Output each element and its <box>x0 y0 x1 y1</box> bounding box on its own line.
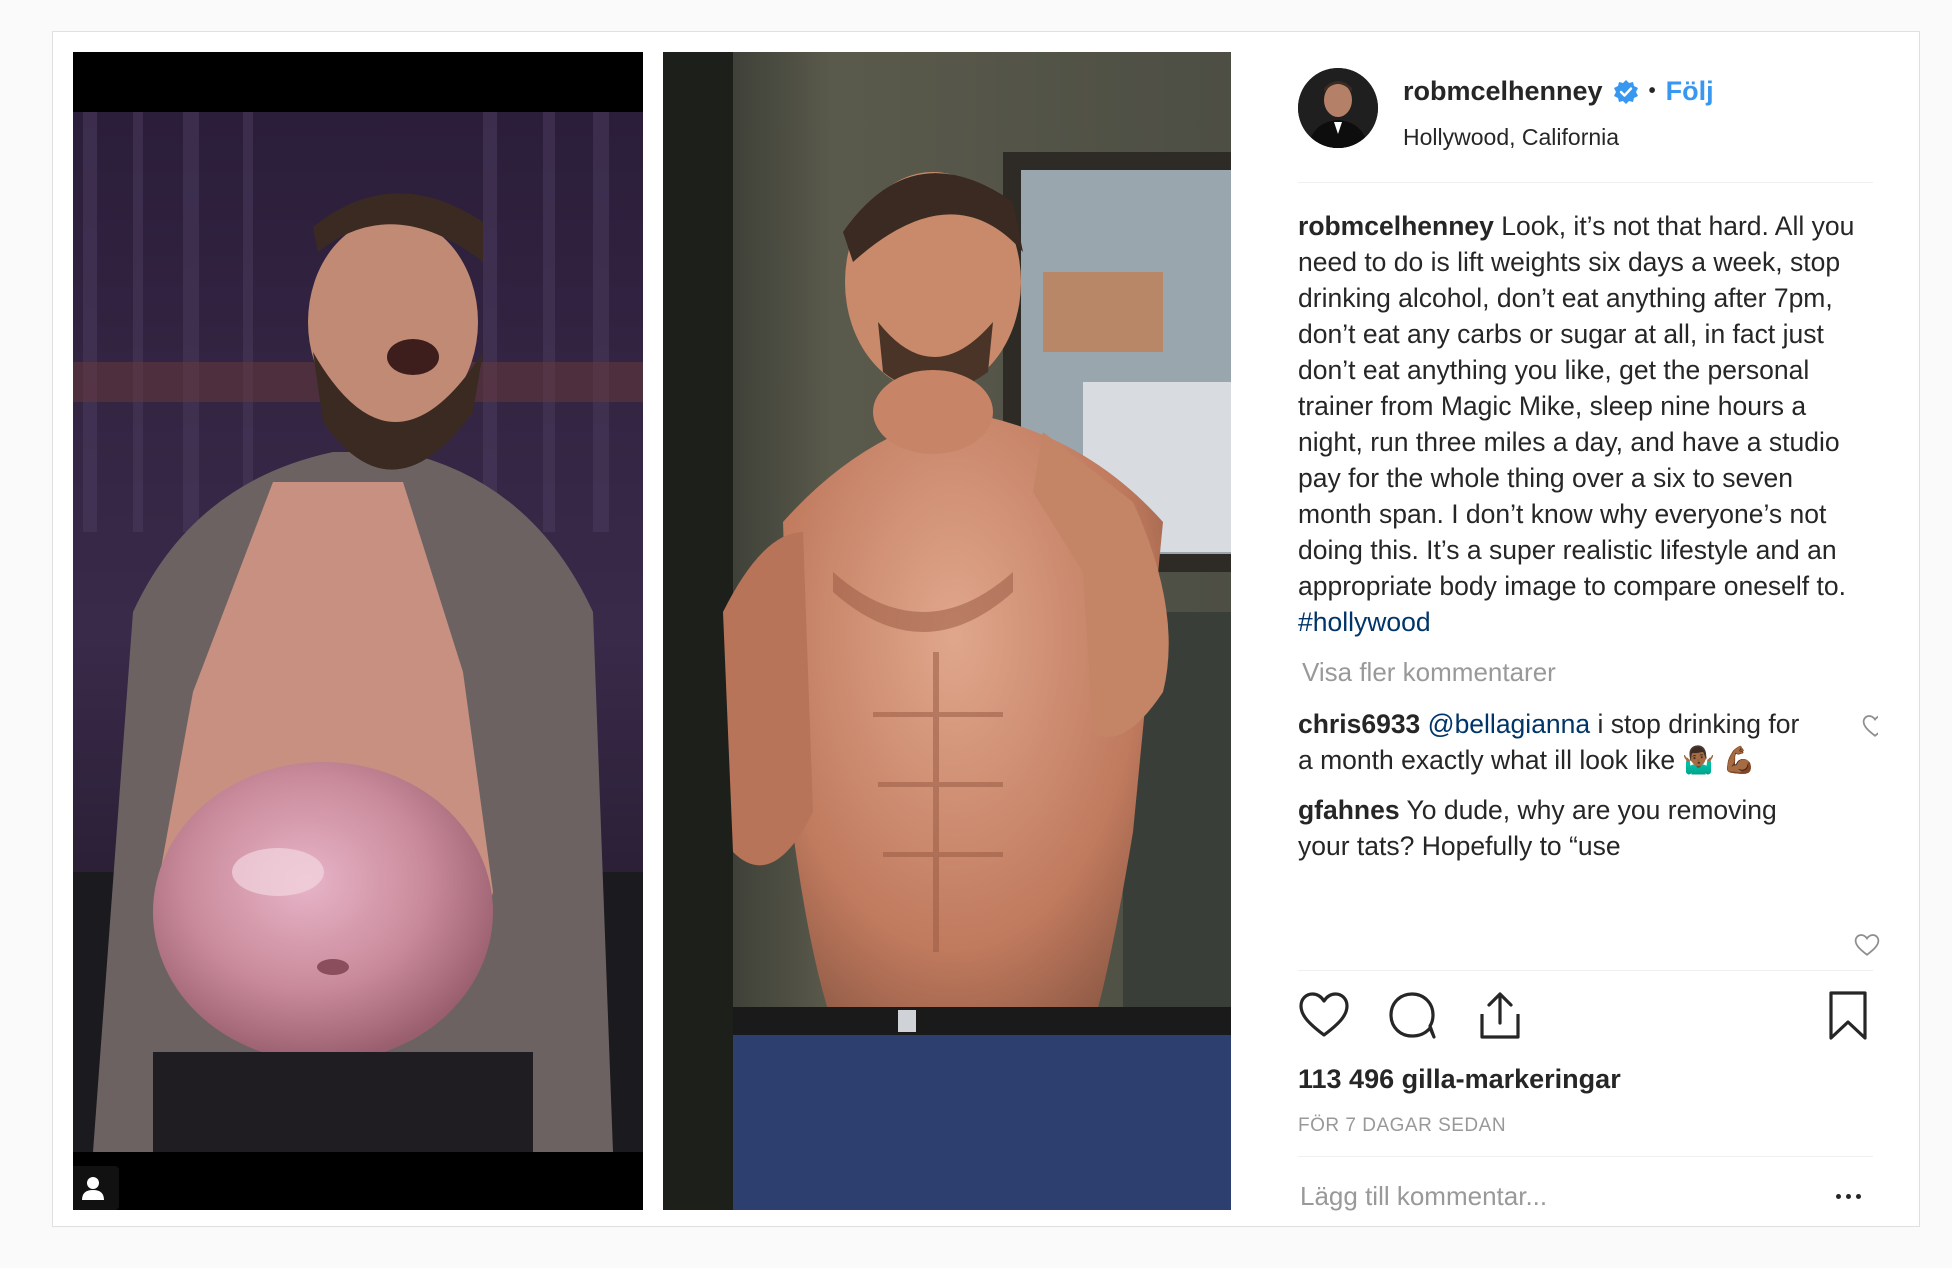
comment-mention[interactable]: @bellagianna <box>1428 709 1590 739</box>
comment-username[interactable]: gfahnes <box>1298 795 1400 825</box>
more-options-icon[interactable] <box>1823 1176 1873 1216</box>
comment-item: gfahnes Yo dude, why are you removing yo… <box>1298 792 1818 864</box>
post-timestamp[interactable]: FÖR 7 DAGAR SEDAN <box>1298 1115 1506 1137</box>
comment-item: chris6933 @bellagianna i stop drinking f… <box>1298 706 1878 778</box>
caption: robmcelhenney Look, it’s not that hard. … <box>1298 208 1868 640</box>
caption-username[interactable]: robmcelhenney <box>1298 211 1494 241</box>
dot <box>1855 1193 1861 1199</box>
comment-like-heart-icon[interactable] <box>1854 933 1880 957</box>
actions-divider <box>1298 970 1873 971</box>
comments-section: robmcelhenney Look, it’s not that hard. … <box>1298 208 1878 968</box>
post-header: robmcelhenney • Följ Hollywood, Californ… <box>1298 68 1878 152</box>
add-comment-input[interactable] <box>1300 1176 1770 1216</box>
location-link[interactable]: Hollywood, California <box>1403 124 1619 151</box>
dot <box>1845 1193 1851 1199</box>
action-bar <box>1298 990 1878 1046</box>
comment-like-heart-icon[interactable] <box>1862 714 1878 738</box>
add-comment-row <box>1298 1150 1873 1228</box>
share-icon[interactable] <box>1474 990 1526 1042</box>
separator-dot: • <box>1648 80 1656 102</box>
comment-bubble-icon[interactable] <box>1386 990 1438 1042</box>
heart-icon[interactable] <box>1298 990 1350 1042</box>
dot <box>1835 1193 1841 1199</box>
hashtag-link[interactable]: #hollywood <box>1298 607 1431 637</box>
header-divider <box>1298 182 1873 183</box>
post-media[interactable] <box>73 52 1238 1210</box>
caption-text: Look, it’s not that hard. All you need t… <box>1298 211 1855 601</box>
user-tag-icon[interactable] <box>73 1166 119 1210</box>
header-user-row: robmcelhenney • Följ <box>1403 76 1714 107</box>
bookmark-icon[interactable] <box>1822 990 1874 1042</box>
verified-badge-icon <box>1613 79 1639 105</box>
avatar[interactable] <box>1298 68 1378 148</box>
before-photo <box>73 52 643 1210</box>
after-photo <box>663 52 1231 1210</box>
post-card: robmcelhenney • Följ Hollywood, Californ… <box>52 31 1920 1227</box>
likes-count[interactable]: 113 496 gilla-markeringar <box>1298 1064 1621 1095</box>
comment-username[interactable]: chris6933 <box>1298 709 1420 739</box>
follow-button[interactable]: Följ <box>1666 76 1714 107</box>
post-side-panel: robmcelhenney • Följ Hollywood, Californ… <box>1298 32 1880 1228</box>
username-link[interactable]: robmcelhenney <box>1403 76 1603 107</box>
view-more-comments-button[interactable]: Visa fler kommentarer <box>1302 652 1878 692</box>
